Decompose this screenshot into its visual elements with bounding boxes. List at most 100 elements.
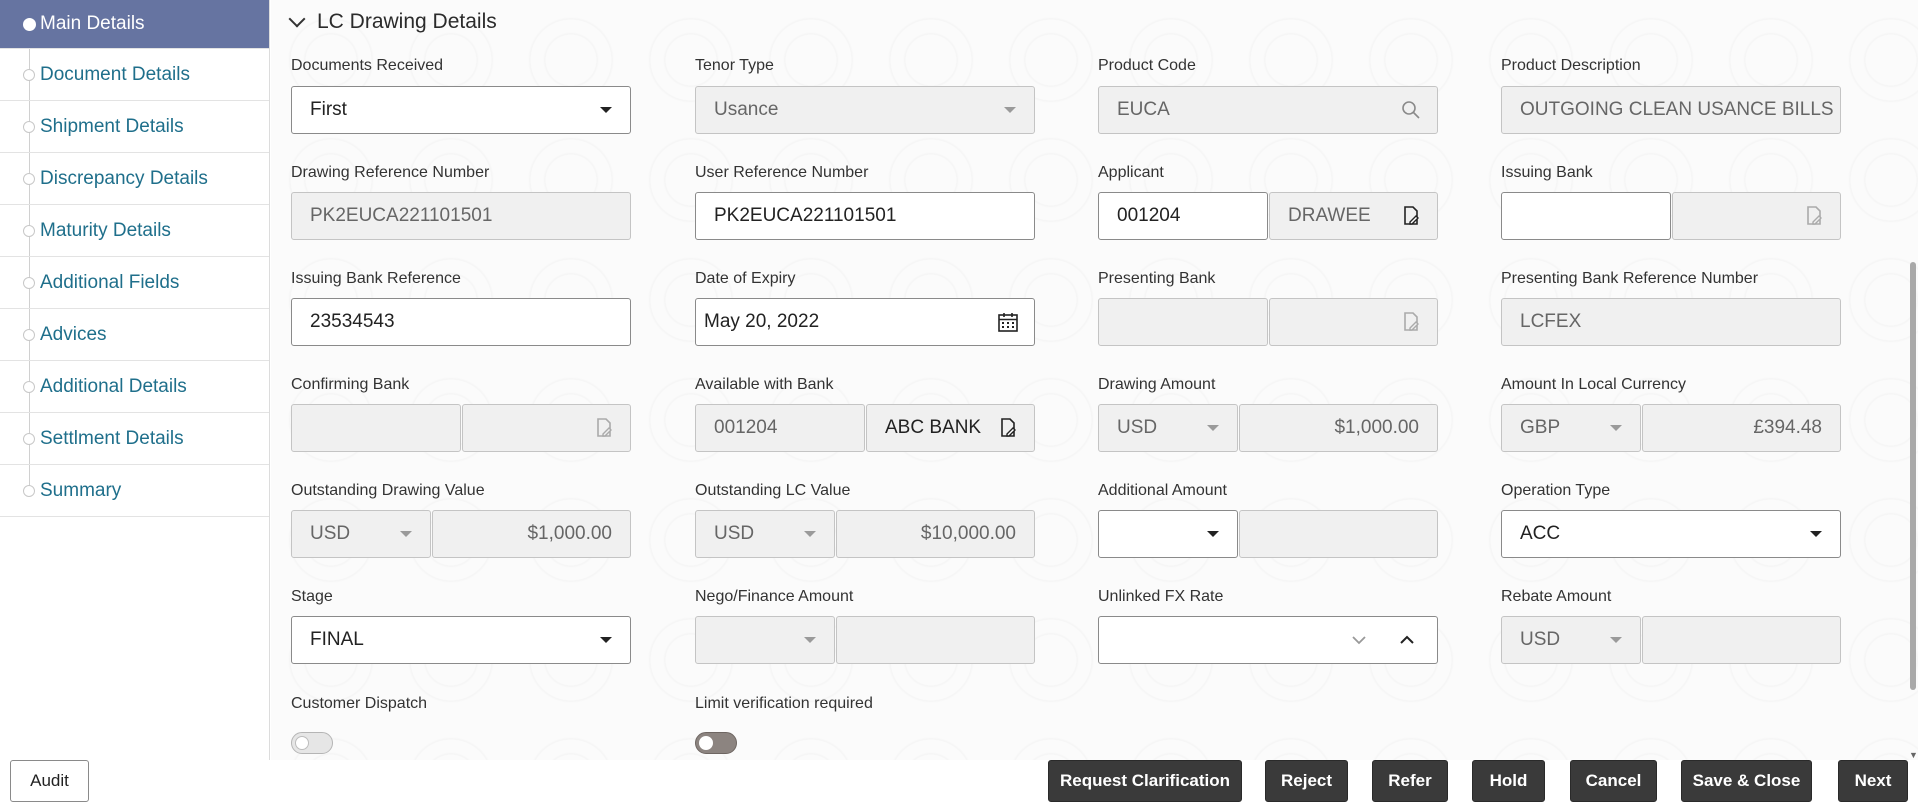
input-value: $10,000.00: [920, 523, 1016, 544]
calendar-icon[interactable]: [996, 310, 1020, 334]
refer-button[interactable]: Refer: [1372, 760, 1448, 802]
sidebar-item-label: Additional Details: [40, 375, 187, 397]
sidebar-item-label: Additional Fields: [40, 271, 180, 293]
step-dot-icon: [23, 432, 35, 445]
user-reference-number-input[interactable]: PK2EUCA221101501: [695, 192, 1035, 240]
sidebar-item-advices[interactable]: Advices: [0, 309, 269, 361]
field-label: Issuing Bank: [1501, 164, 1593, 181]
sidebar-item-label: Main Details: [40, 13, 145, 34]
next-button[interactable]: Next: [1838, 760, 1908, 802]
main-content: LC Drawing Details Documents Received Fi…: [271, 0, 1918, 760]
input-value: ABC BANK: [885, 417, 982, 438]
select-value: FINAL: [310, 629, 364, 650]
sidebar-item-summary[interactable]: Summary: [0, 465, 269, 517]
applicant-name-input: DRAWEE: [1269, 192, 1438, 240]
rebate-amount-field: Rebate Amount: [1501, 587, 1611, 617]
sidebar-item-shipment-details[interactable]: Shipment Details: [0, 101, 269, 153]
presenting-bank-reference-number-field: Presenting Bank Reference Number: [1501, 269, 1758, 299]
step-dot-icon: [23, 484, 35, 497]
lookup-document-icon[interactable]: [996, 416, 1020, 440]
input-value: 001204: [714, 417, 778, 438]
sidebar-item-additional-fields[interactable]: Additional Fields: [0, 257, 269, 309]
main-scrollbar[interactable]: ▼: [1908, 0, 1918, 760]
field-label: Rebate Amount: [1501, 588, 1612, 605]
lookup-document-icon[interactable]: [1802, 204, 1826, 228]
sidebar-item-label: Settlment Details: [40, 427, 184, 449]
scrollbar-thumb[interactable]: [1910, 262, 1916, 690]
lookup-document-icon[interactable]: [1399, 204, 1423, 228]
documents-received-select[interactable]: First: [291, 86, 631, 134]
step-dot-icon: [23, 18, 36, 31]
confirming-bank-name-input: [462, 404, 631, 452]
input-value: LCFEX: [1520, 311, 1582, 332]
sidebar-item-discrepancy-details[interactable]: Discrepancy Details: [0, 153, 269, 205]
cancel-button[interactable]: Cancel: [1570, 760, 1657, 802]
caret-down-icon: [400, 531, 412, 537]
action-footer: Audit Request Clarification Reject Refer…: [0, 760, 1918, 805]
select-value: ACC: [1520, 523, 1561, 544]
rebate-amount-input: [1642, 616, 1841, 664]
input-value: $1,000.00: [1334, 417, 1419, 438]
field-label: Stage: [291, 588, 333, 605]
limit-verification-toggle[interactable]: [695, 732, 737, 754]
field-label: Unlinked FX Rate: [1098, 588, 1224, 605]
field-label: Amount In Local Currency: [1501, 376, 1686, 393]
issuing-bank-field: Issuing Bank: [1501, 163, 1593, 193]
scroll-down-arrow-icon[interactable]: ▼: [1909, 750, 1918, 760]
field-label: Confirming Bank: [291, 376, 410, 393]
select-value: USD: [310, 523, 351, 544]
rebate-currency-select: USD: [1501, 616, 1641, 664]
customer-dispatch-field: Customer Dispatch: [291, 694, 427, 724]
audit-button[interactable]: Audit: [10, 760, 89, 802]
available-with-bank-name-input: ABC BANK: [866, 404, 1035, 452]
applicant-id-input[interactable]: 001204: [1098, 192, 1268, 240]
sidebar-item-additional-details[interactable]: Additional Details: [0, 361, 269, 413]
presenting-bank-id-input: [1098, 298, 1268, 346]
stage-select[interactable]: FINAL: [291, 616, 631, 664]
issuing-bank-id-input[interactable]: [1501, 192, 1671, 240]
search-icon[interactable]: [1399, 98, 1423, 122]
field-label: Date of Expiry: [695, 270, 796, 287]
select-value: Usance: [714, 99, 779, 120]
section-header[interactable]: LC Drawing Details: [288, 10, 497, 34]
caret-down-icon: [1207, 531, 1219, 537]
documents-received-field: Documents Received: [291, 56, 443, 86]
sidebar-nav: Main Details Document Details Shipment D…: [0, 0, 270, 760]
sidebar-item-settlment-details[interactable]: Settlment Details: [0, 413, 269, 465]
issuing-bank-reference-input[interactable]: 23534543: [291, 298, 631, 346]
input-value: PK2EUCA221101501: [714, 205, 897, 226]
request-clarification-button[interactable]: Request Clarification: [1048, 760, 1242, 802]
field-label: Available with Bank: [695, 376, 834, 393]
reject-button[interactable]: Reject: [1265, 760, 1348, 802]
outstanding-lc-value-field: Outstanding LC Value: [695, 481, 850, 511]
chevron-down-icon[interactable]: [1351, 629, 1367, 651]
field-label: Documents Received: [291, 57, 444, 74]
section-title: LC Drawing Details: [317, 10, 497, 33]
save-close-button[interactable]: Save & Close: [1681, 760, 1812, 802]
date-of-expiry-input[interactable]: May 20, 2022: [695, 298, 1035, 346]
input-value: OUTGOING CLEAN USANCE BILLS UNDER LC: [1520, 99, 1840, 120]
input-value: 23534543: [310, 311, 395, 332]
sidebar-item-maturity-details[interactable]: Maturity Details: [0, 205, 269, 257]
caret-down-icon: [1610, 637, 1622, 643]
input-value: $1,000.00: [527, 523, 612, 544]
toggle-knob: [699, 736, 713, 750]
presenting-bank-reference-number-input: LCFEX: [1501, 298, 1841, 346]
chevron-down-icon[interactable]: [288, 10, 306, 28]
additional-amount-currency-select[interactable]: [1098, 510, 1238, 558]
field-label: Tenor Type: [695, 57, 774, 74]
unlinked-fx-rate-input[interactable]: [1098, 616, 1438, 664]
chevron-up-icon[interactable]: [1399, 629, 1415, 651]
select-value: USD: [714, 523, 755, 544]
field-label: Drawing Reference Number: [291, 164, 490, 181]
caret-down-icon: [600, 107, 612, 113]
sidebar-item-main-details[interactable]: Main Details: [0, 0, 269, 49]
operation-type-select[interactable]: ACC: [1501, 510, 1841, 558]
field-label: Outstanding Drawing Value: [291, 482, 485, 499]
sidebar-item-label: Shipment Details: [40, 115, 184, 137]
field-label: Nego/Finance Amount: [695, 588, 854, 605]
select-value: USD: [1520, 629, 1561, 650]
caret-down-icon: [804, 637, 816, 643]
hold-button[interactable]: Hold: [1472, 760, 1545, 802]
sidebar-item-document-details[interactable]: Document Details: [0, 49, 269, 101]
